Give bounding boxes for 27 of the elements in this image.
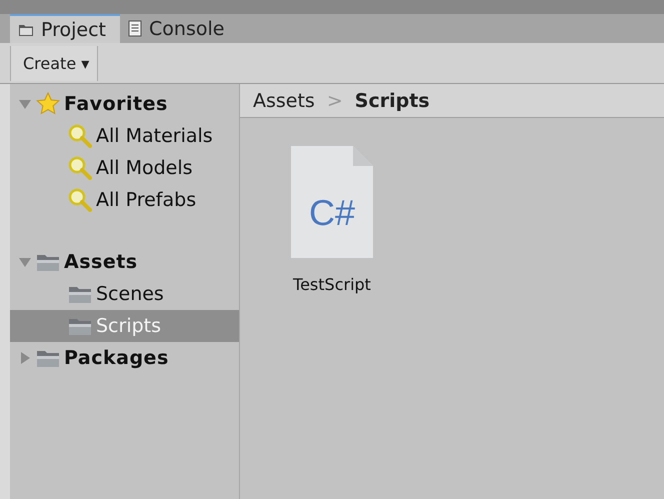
- search-icon: [68, 124, 92, 148]
- folder-icon: [18, 22, 34, 36]
- document-icon: [128, 20, 142, 37]
- file-name: TestScript: [293, 275, 371, 294]
- create-button[interactable]: Create ▾: [10, 46, 98, 81]
- star-icon: [36, 92, 60, 116]
- tab[interactable]: Project: [10, 14, 120, 43]
- search-icon: [68, 188, 92, 212]
- tree-item[interactable]: Packages: [10, 342, 239, 374]
- folder-icon: [36, 252, 60, 272]
- search-icon: [68, 156, 92, 180]
- tree-item[interactable]: Scenes: [10, 278, 239, 310]
- folder-icon: [68, 284, 92, 304]
- folder-icon: [68, 316, 92, 336]
- tree-item[interactable]: All Materials: [10, 120, 239, 152]
- collapsed-arrow-icon[interactable]: [18, 351, 32, 365]
- breadcrumb-item[interactable]: Scripts: [354, 90, 430, 112]
- expanded-arrow-icon[interactable]: [18, 255, 32, 269]
- tab[interactable]: Console: [120, 14, 238, 43]
- tree-item[interactable]: Assets: [10, 246, 239, 278]
- tree-item[interactable]: All Prefabs: [10, 184, 239, 216]
- folder-icon: [36, 348, 60, 368]
- breadcrumb-separator: >: [326, 90, 343, 112]
- breadcrumb-item[interactable]: Assets: [253, 90, 315, 112]
- tree-item[interactable]: All Models: [10, 152, 239, 184]
- tree-item[interactable]: Favorites: [10, 88, 239, 120]
- expanded-arrow-icon[interactable]: [18, 97, 32, 111]
